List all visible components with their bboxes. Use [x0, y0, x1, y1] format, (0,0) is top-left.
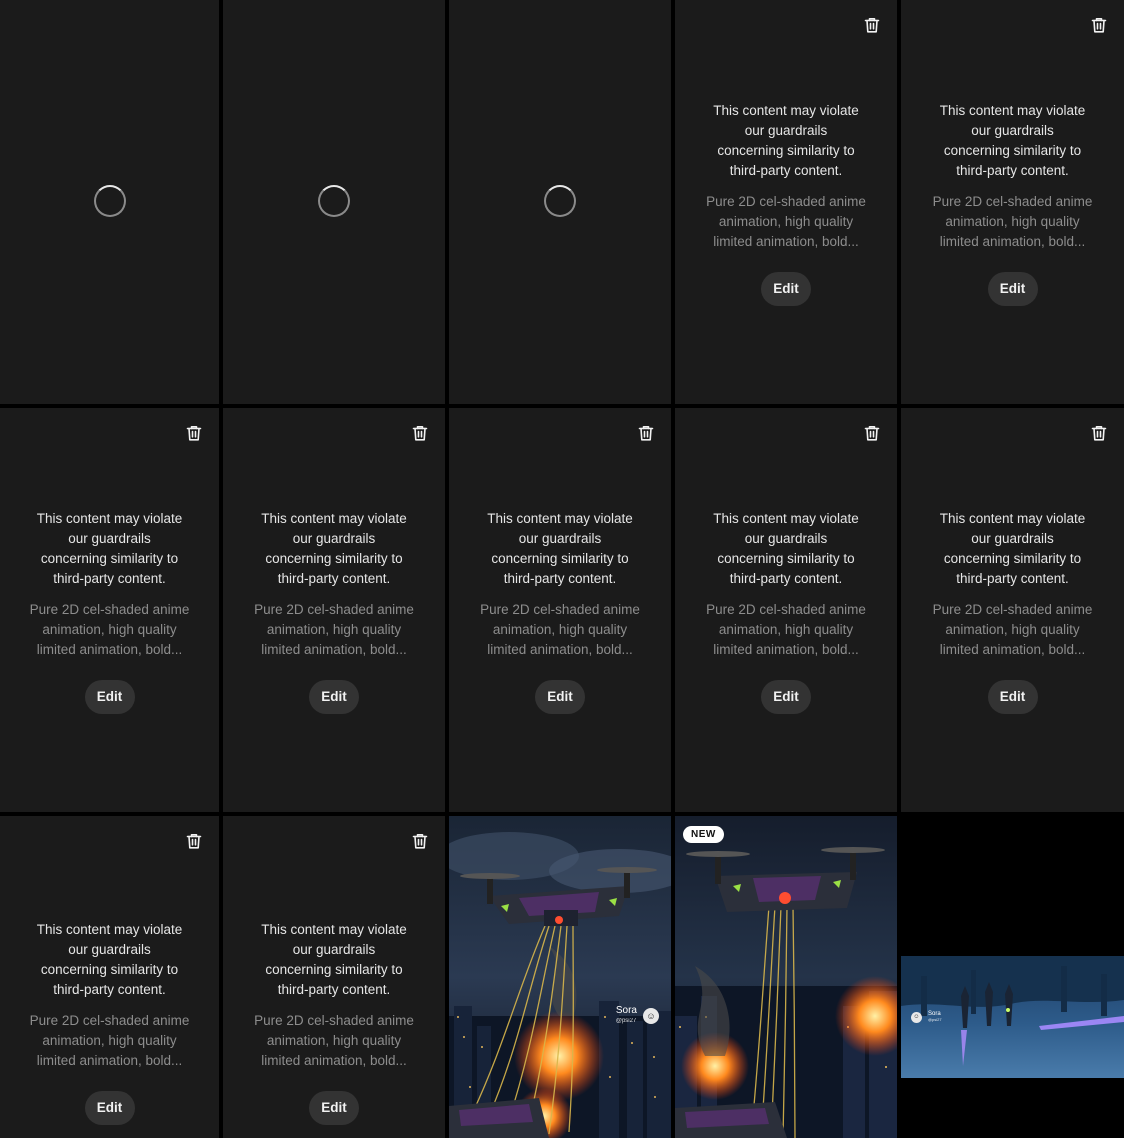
prompt-preview: Pure 2D cel-shaded anime animation, high…	[706, 602, 866, 657]
guardrail-warning: This content may violate our guardrails …	[36, 922, 183, 997]
video-tile-loading	[449, 0, 671, 404]
aircraft-city-fire-thumbnail	[449, 816, 671, 1138]
guardrail-warning: This content may violate our guardrails …	[261, 922, 407, 997]
trash-icon[interactable]	[1090, 424, 1108, 442]
sora-watermark: Sora @psi27 ☺	[616, 1006, 659, 1026]
edit-button[interactable]: Edit	[84, 1091, 135, 1125]
aircraft-city-fire-thumbnail	[675, 816, 897, 1138]
video-tile-blocked: This content may violate our guardrails …	[675, 408, 897, 812]
trash-icon[interactable]	[637, 424, 655, 442]
edit-button[interactable]: Edit	[761, 272, 811, 306]
spinner-icon	[318, 185, 350, 217]
guardrail-warning: This content may violate our guardrails …	[713, 511, 859, 586]
guardrail-message: This content may violate our guardrails …	[0, 920, 219, 1125]
trash-icon[interactable]	[1090, 16, 1108, 34]
prompt-preview: Pure 2D cel-shaded anime animation, high…	[254, 602, 414, 657]
video-tile-image[interactable]: NEW	[675, 816, 897, 1138]
sora-logo-icon: ☺	[643, 1008, 659, 1024]
watermark-brand: Sora	[615, 1005, 637, 1016]
edit-button[interactable]: Edit	[987, 272, 1038, 306]
video-tile-loading	[0, 0, 219, 404]
video-tile-blocked: This content may violate our guardrails …	[449, 408, 671, 812]
edit-button[interactable]: Edit	[309, 680, 359, 714]
video-tile-blocked: This content may violate our guardrails …	[223, 816, 445, 1138]
video-tile-loading	[223, 0, 445, 404]
watermark-handle: @psi27	[928, 1017, 942, 1022]
video-tile-blocked: This content may violate our guardrails …	[901, 0, 1124, 404]
guardrail-message: This content may violate our guardrails …	[901, 101, 1124, 306]
video-tile-blocked: This content may violate our guardrails …	[223, 408, 445, 812]
prompt-preview: Pure 2D cel-shaded anime animation, high…	[480, 602, 640, 657]
guardrail-warning: This content may violate our guardrails …	[939, 103, 1086, 178]
guardrail-warning: This content may violate our guardrails …	[36, 511, 183, 586]
spinner-icon	[93, 185, 126, 217]
trash-icon[interactable]	[863, 16, 881, 34]
spinner-icon	[544, 185, 576, 217]
video-tile-blocked: This content may violate our guardrails …	[901, 408, 1124, 812]
watermark-handle: @psi27	[615, 1018, 637, 1024]
trash-icon[interactable]	[411, 424, 429, 442]
trash-icon[interactable]	[411, 832, 429, 850]
guardrail-message: This content may violate our guardrails …	[223, 509, 445, 714]
guardrail-warning: This content may violate our guardrails …	[713, 103, 859, 178]
guardrail-message: This content may violate our guardrails …	[901, 509, 1124, 714]
video-tile-blocked: This content may violate our guardrails …	[0, 408, 219, 812]
trash-icon[interactable]	[185, 832, 203, 850]
guardrail-warning: This content may violate our guardrails …	[487, 511, 633, 586]
prompt-preview: Pure 2D cel-shaded anime animation, high…	[706, 194, 866, 249]
guardrail-message: This content may violate our guardrails …	[0, 509, 219, 714]
guardrail-message: This content may violate our guardrails …	[675, 509, 897, 714]
edit-button[interactable]: Edit	[987, 680, 1038, 714]
video-grid: This content may violate our guardrails …	[0, 0, 1124, 1138]
edit-button[interactable]: Edit	[309, 1091, 359, 1125]
guardrail-warning: This content may violate our guardrails …	[939, 511, 1086, 586]
guardrail-message: This content may violate our guardrails …	[223, 920, 445, 1125]
video-tile-image[interactable]: Sora @psi27 ☺	[449, 816, 671, 1138]
prompt-preview: Pure 2D cel-shaded anime animation, high…	[254, 1013, 414, 1068]
edit-button[interactable]: Edit	[761, 680, 811, 714]
prompt-preview: Pure 2D cel-shaded anime animation, high…	[932, 194, 1093, 249]
trash-icon[interactable]	[185, 424, 203, 442]
prompt-preview: Pure 2D cel-shaded anime animation, high…	[29, 602, 190, 657]
video-tile-image[interactable]: ☺ Sora @psi27	[901, 816, 1124, 1138]
prompt-preview: Pure 2D cel-shaded anime animation, high…	[29, 1013, 190, 1068]
prompt-preview: Pure 2D cel-shaded anime animation, high…	[932, 602, 1093, 657]
video-tile-blocked: This content may violate our guardrails …	[675, 0, 897, 404]
guardrail-warning: This content may violate our guardrails …	[261, 511, 407, 586]
new-badge: NEW	[683, 826, 724, 843]
edit-button[interactable]: Edit	[535, 680, 585, 714]
guardrail-message: This content may violate our guardrails …	[675, 101, 897, 306]
sora-logo-icon: ☺	[911, 1011, 922, 1023]
edit-button[interactable]: Edit	[84, 680, 135, 714]
video-tile-blocked: This content may violate our guardrails …	[0, 816, 219, 1138]
sora-watermark: ☺ Sora @psi27	[911, 1011, 942, 1023]
trash-icon[interactable]	[863, 424, 881, 442]
guardrail-message: This content may violate our guardrails …	[449, 509, 671, 714]
